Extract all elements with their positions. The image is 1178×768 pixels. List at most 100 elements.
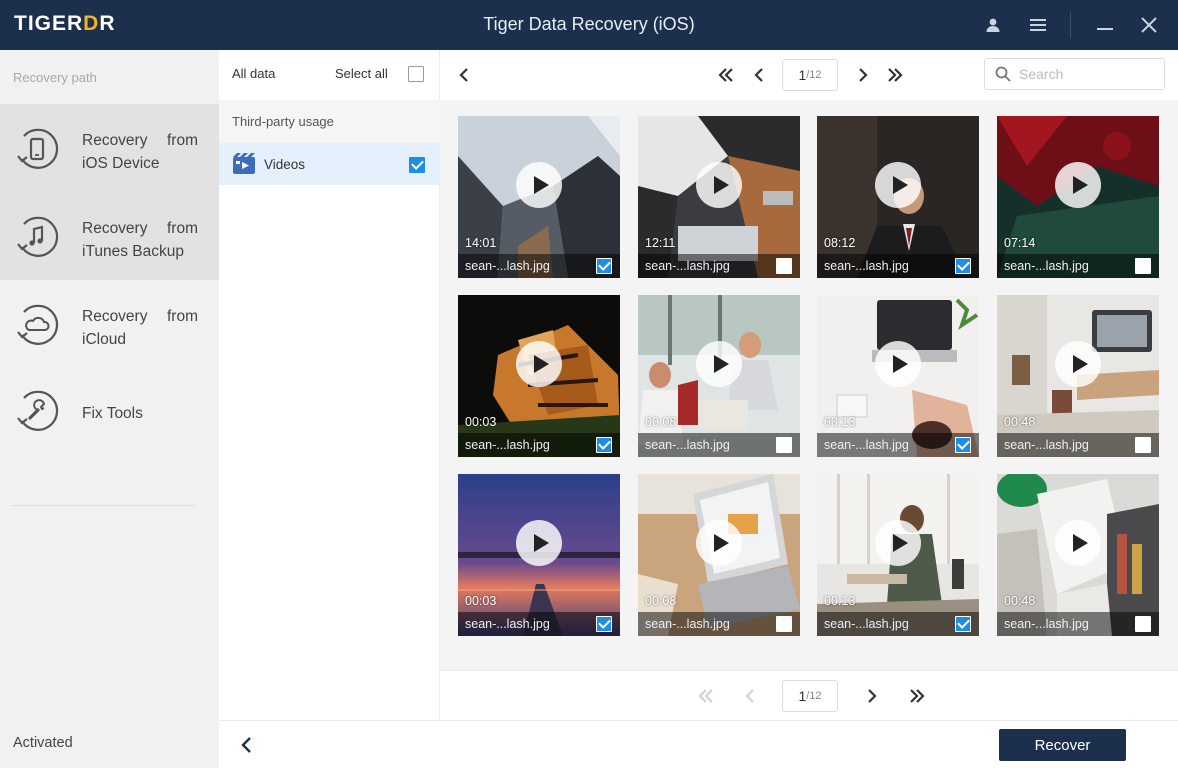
video-duration: 00:03	[465, 415, 497, 429]
file-name: sean-...lash.jpg	[824, 617, 909, 631]
file-checkbox[interactable]	[596, 616, 612, 632]
app-logo: TIGERDR	[14, 12, 116, 35]
recover-button[interactable]: Recover	[999, 729, 1126, 761]
phone-recovery-icon	[17, 128, 59, 169]
next-page-icon[interactable]	[851, 63, 875, 87]
first-page-icon[interactable]	[714, 63, 738, 87]
toolbar: 1/12	[440, 50, 1178, 100]
search-input[interactable]	[1019, 59, 1159, 89]
minimize-icon[interactable]	[1092, 12, 1118, 38]
next-page-icon[interactable]	[860, 684, 884, 708]
tile-caption: sean-...lash.jpg	[997, 254, 1159, 278]
page-indicator[interactable]: 1/12	[782, 680, 838, 712]
file-checkbox[interactable]	[955, 258, 971, 274]
file-checkbox[interactable]	[596, 437, 612, 453]
play-icon[interactable]	[696, 162, 742, 208]
tile-caption: sean-...lash.jpg	[997, 612, 1159, 636]
play-icon[interactable]	[1055, 520, 1101, 566]
videos-checkbox[interactable]	[409, 157, 425, 173]
video-tile[interactable]: 12:11 sean-...lash.jpg	[638, 116, 800, 278]
category-item-videos[interactable]: Videos	[219, 143, 440, 185]
video-tile[interactable]: 08:12 sean-...lash.jpg	[817, 116, 979, 278]
file-name: sean-...lash.jpg	[645, 259, 730, 273]
sidebar-item-label: Recovery from iCloud	[82, 308, 198, 348]
activation-status: Activated	[13, 735, 73, 751]
video-tile[interactable]: 00:08 sean-...lash.jpg	[638, 474, 800, 636]
play-icon[interactable]	[875, 162, 921, 208]
play-icon[interactable]	[516, 341, 562, 387]
sidebar-header: Recovery path	[13, 70, 97, 85]
video-duration: 00:08	[645, 415, 677, 429]
file-checkbox[interactable]	[596, 258, 612, 274]
file-checkbox[interactable]	[776, 437, 792, 453]
file-checkbox[interactable]	[955, 437, 971, 453]
sidebar-item-label: Recovery from iTunes Backup	[82, 220, 198, 260]
file-checkbox[interactable]	[776, 616, 792, 632]
last-page-icon[interactable]	[905, 684, 929, 708]
video-tile[interactable]: 00:03 sean-...lash.jpg	[458, 295, 620, 457]
play-icon[interactable]	[696, 341, 742, 387]
play-icon[interactable]	[516, 520, 562, 566]
play-icon[interactable]	[696, 520, 742, 566]
video-duration: 00:48	[1004, 415, 1036, 429]
file-name: sean-...lash.jpg	[465, 617, 550, 631]
sidebar-item-label: Recovery from iOS Device	[82, 132, 198, 172]
video-tile[interactable]: 00:08 sean-...lash.jpg	[638, 295, 800, 457]
sidebar-item-ios-device[interactable]: Recovery from iOS Device	[0, 104, 219, 192]
video-clip-icon	[233, 153, 255, 174]
title-bar: TIGERDR Tiger Data Recovery (iOS)	[0, 0, 1178, 50]
select-all-checkbox[interactable]	[408, 66, 424, 82]
file-checkbox[interactable]	[1135, 616, 1151, 632]
user-icon[interactable]	[980, 12, 1006, 38]
video-tile[interactable]: 07:14 sean-...lash.jpg	[997, 116, 1159, 278]
category-header: All data Select all	[219, 50, 440, 100]
tile-caption: sean-...lash.jpg	[638, 612, 800, 636]
video-tile[interactable]: 00:48 sean-...lash.jpg	[997, 295, 1159, 457]
file-checkbox[interactable]	[1135, 258, 1151, 274]
back-arrow-icon[interactable]	[452, 63, 476, 87]
tile-caption: sean-...lash.jpg	[458, 612, 620, 636]
file-checkbox[interactable]	[955, 616, 971, 632]
close-icon[interactable]	[1136, 12, 1162, 38]
menu-icon[interactable]	[1025, 12, 1051, 38]
all-data-link[interactable]: All data	[232, 66, 275, 81]
play-icon[interactable]	[516, 162, 562, 208]
video-tile[interactable]: 14:01 sean-...lash.jpg	[458, 116, 620, 278]
file-name: sean-...lash.jpg	[1004, 438, 1089, 452]
search-box[interactable]	[984, 58, 1165, 90]
video-tile[interactable]: 00:48 sean-...lash.jpg	[997, 474, 1159, 636]
play-icon[interactable]	[875, 520, 921, 566]
last-page-icon[interactable]	[883, 63, 907, 87]
play-icon[interactable]	[875, 341, 921, 387]
sidebar-item-icloud[interactable]: Recovery from iCloud	[0, 280, 219, 368]
video-duration: 00:13	[824, 594, 856, 608]
sidebar-divider	[12, 505, 195, 506]
sidebar-item-itunes-backup[interactable]: Recovery from iTunes Backup	[0, 192, 219, 280]
sidebar-item-fix-tools[interactable]: Fix Tools	[0, 368, 219, 448]
itunes-recovery-icon	[17, 216, 59, 257]
play-icon[interactable]	[1055, 341, 1101, 387]
file-checkbox[interactable]	[776, 258, 792, 274]
play-icon[interactable]	[1055, 162, 1101, 208]
titlebar-divider	[1070, 12, 1071, 38]
video-tile[interactable]: 00:03 sean-...lash.jpg	[458, 474, 620, 636]
video-duration: 00:48	[1004, 594, 1036, 608]
file-checkbox[interactable]	[1135, 437, 1151, 453]
wrench-icon	[17, 390, 59, 431]
video-tile[interactable]: 00:13 sean-...lash.jpg	[817, 474, 979, 636]
page-indicator[interactable]: 1/12	[782, 59, 838, 91]
icloud-recovery-icon	[17, 304, 59, 345]
prev-page-icon[interactable]	[738, 684, 762, 708]
video-duration: 14:01	[465, 236, 497, 250]
tile-caption: sean-...lash.jpg	[638, 254, 800, 278]
video-tile[interactable]: 00:13 sean-...lash.jpg	[817, 295, 979, 457]
tile-caption: sean-...lash.jpg	[458, 254, 620, 278]
prev-page-icon[interactable]	[747, 63, 771, 87]
back-icon[interactable]	[235, 734, 257, 756]
video-duration: 12:11	[645, 236, 676, 250]
section-label: Third-party usage	[232, 114, 334, 129]
tile-caption: sean-...lash.jpg	[817, 433, 979, 457]
video-duration: 00:08	[645, 594, 677, 608]
first-page-icon[interactable]	[694, 684, 718, 708]
main-content: 1/12 14:01 sean-...lash.	[440, 50, 1178, 720]
